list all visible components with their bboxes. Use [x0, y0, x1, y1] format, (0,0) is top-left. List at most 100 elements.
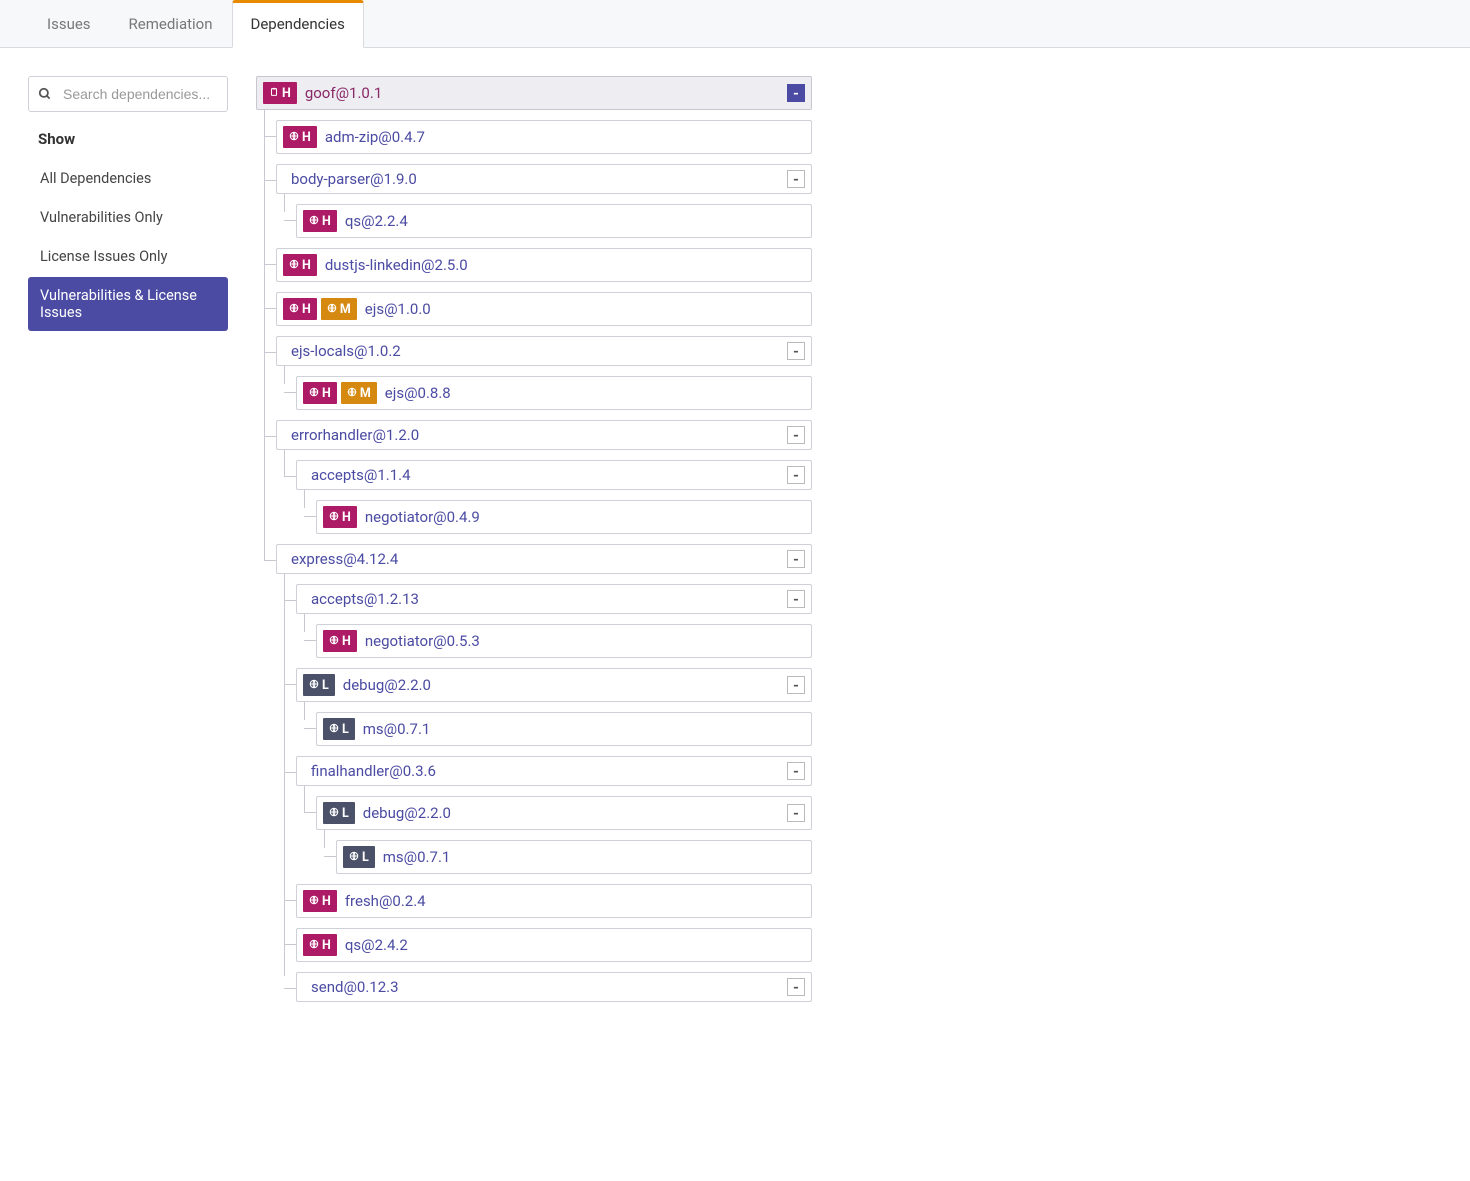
- badges: H: [283, 126, 317, 148]
- tab-remediation[interactable]: Remediation: [110, 0, 232, 47]
- dependency-name: errorhandler@1.2.0: [291, 426, 779, 444]
- toggle-collapse[interactable]: -: [787, 550, 805, 568]
- severity-letter: M: [340, 302, 351, 317]
- dependency-node[interactable]: finalhandler@0.3.6 -: [296, 756, 812, 786]
- severity-letter: H: [302, 258, 311, 273]
- dependency-name: ejs@0.8.8: [385, 384, 805, 402]
- dependency-node[interactable]: L ms@0.7.1: [316, 712, 812, 746]
- severity-letter: H: [302, 302, 311, 317]
- globe-icon: [309, 678, 319, 693]
- dependency-name: qs@2.4.2: [345, 936, 805, 954]
- dependency-node[interactable]: accepts@1.2.13 -: [296, 584, 812, 614]
- toggle-collapse[interactable]: -: [787, 978, 805, 996]
- search-input[interactable]: [28, 76, 228, 112]
- globe-icon: [329, 806, 339, 821]
- badges: H: [303, 934, 337, 956]
- severity-badge-medium: M: [321, 298, 357, 320]
- globe-icon: [309, 214, 319, 229]
- toggle-collapse[interactable]: -: [787, 466, 805, 484]
- filter-license-issues-only[interactable]: License Issues Only: [28, 238, 228, 275]
- severity-letter: L: [342, 806, 349, 821]
- toggle-collapse[interactable]: -: [787, 590, 805, 608]
- globe-icon: [309, 894, 319, 909]
- severity-letter: H: [302, 130, 311, 145]
- severity-badge-high: H: [283, 298, 317, 320]
- globe-icon: [289, 302, 299, 317]
- dependency-name: debug@2.2.0: [363, 804, 779, 822]
- dependency-name: debug@2.2.0: [343, 676, 779, 694]
- globe-icon: [329, 722, 339, 737]
- dependency-node[interactable]: H negotiator@0.4.9: [316, 500, 812, 534]
- severity-letter: L: [322, 678, 329, 693]
- sidebar: Show All Dependencies Vulnerabilities On…: [28, 76, 228, 1012]
- toggle-collapse[interactable]: -: [787, 426, 805, 444]
- tab-dependencies[interactable]: Dependencies: [232, 0, 364, 48]
- globe-icon: [309, 386, 319, 401]
- search-icon: [38, 87, 52, 101]
- badges: L: [323, 718, 355, 740]
- filter-all-dependencies[interactable]: All Dependencies: [28, 160, 228, 197]
- dependency-node[interactable]: H M ejs@0.8.8: [296, 376, 812, 410]
- dependency-node[interactable]: L ms@0.7.1: [336, 840, 812, 874]
- toggle-collapse[interactable]: -: [787, 342, 805, 360]
- dependency-node[interactable]: errorhandler@1.2.0 -: [276, 420, 812, 450]
- dependency-node[interactable]: accepts@1.1.4 -: [296, 460, 812, 490]
- tab-bar: Issues Remediation Dependencies: [0, 0, 1470, 48]
- dependency-name: accepts@1.2.13: [311, 590, 779, 608]
- toggle-collapse[interactable]: -: [787, 84, 805, 102]
- severity-badge-high: H: [323, 506, 357, 528]
- severity-letter: H: [322, 214, 331, 229]
- dependency-node[interactable]: L debug@2.2.0 -: [316, 796, 812, 830]
- globe-icon: [329, 634, 339, 649]
- toggle-collapse[interactable]: -: [787, 804, 805, 822]
- badges: H: [303, 890, 337, 912]
- dependency-node[interactable]: express@4.12.4 -: [276, 544, 812, 574]
- dependency-name: send@0.12.3: [311, 978, 779, 996]
- severity-letter: L: [362, 850, 369, 865]
- badges: H: [323, 506, 357, 528]
- severity-badge-high: H: [303, 382, 337, 404]
- dependency-node[interactable]: L debug@2.2.0 -: [296, 668, 812, 702]
- severity-badge-low: L: [323, 802, 355, 824]
- filter-vulnerabilities-and-license[interactable]: Vulnerabilities & License Issues: [28, 277, 228, 331]
- badges: H M: [283, 298, 357, 320]
- filter-vulnerabilities-only[interactable]: Vulnerabilities Only: [28, 199, 228, 236]
- toggle-collapse[interactable]: -: [787, 762, 805, 780]
- dependency-name: goof@1.0.1: [305, 84, 779, 102]
- dependency-node[interactable]: H qs@2.4.2: [296, 928, 812, 962]
- globe-icon: [327, 302, 337, 317]
- dependency-node[interactable]: H goof@1.0.1 -: [256, 76, 812, 110]
- toggle-collapse[interactable]: -: [787, 676, 805, 694]
- dependency-node[interactable]: body-parser@1.9.0 -: [276, 164, 812, 194]
- badges: L: [323, 802, 355, 824]
- dependency-name: body-parser@1.9.0: [291, 170, 779, 188]
- dependency-node[interactable]: H dustjs-linkedin@2.5.0: [276, 248, 812, 282]
- badges: H M: [303, 382, 377, 404]
- severity-letter: M: [360, 386, 371, 401]
- severity-badge-low: L: [303, 674, 335, 696]
- severity-letter: H: [342, 510, 351, 525]
- dependency-name: adm-zip@0.4.7: [325, 128, 805, 146]
- dependency-node[interactable]: H negotiator@0.5.3: [316, 624, 812, 658]
- severity-badge-high: H: [283, 126, 317, 148]
- dependency-name: ejs@1.0.0: [365, 300, 805, 318]
- badges: H: [263, 82, 297, 104]
- dependency-node[interactable]: H adm-zip@0.4.7: [276, 120, 812, 154]
- dependency-node[interactable]: H qs@2.2.4: [296, 204, 812, 238]
- dependency-node[interactable]: ejs-locals@1.0.2 -: [276, 336, 812, 366]
- dependency-node[interactable]: send@0.12.3 -: [296, 972, 812, 1002]
- badges: L: [343, 846, 375, 868]
- globe-icon: [347, 386, 357, 401]
- dependency-name: negotiator@0.4.9: [365, 508, 805, 526]
- dependency-node[interactable]: H fresh@0.2.4: [296, 884, 812, 918]
- dependency-tree: H goof@1.0.1 - H adm-zip@0.4.7 body-pars…: [256, 76, 812, 1012]
- badges: H: [323, 630, 357, 652]
- severity-badge-high: H: [323, 630, 357, 652]
- globe-icon: [349, 850, 359, 865]
- tab-issues[interactable]: Issues: [28, 0, 110, 47]
- severity-badge-medium: M: [341, 382, 377, 404]
- severity-badge-high: H: [303, 210, 337, 232]
- dependency-name: dustjs-linkedin@2.5.0: [325, 256, 805, 274]
- toggle-collapse[interactable]: -: [787, 170, 805, 188]
- dependency-node[interactable]: H M ejs@1.0.0: [276, 292, 812, 326]
